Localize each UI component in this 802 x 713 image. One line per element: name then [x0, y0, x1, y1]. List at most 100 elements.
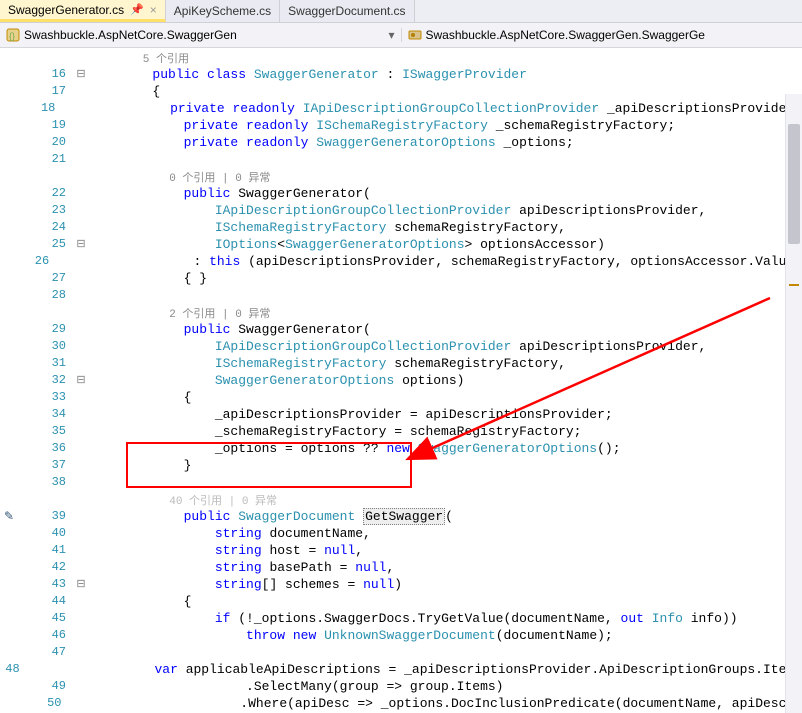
code-line[interactable]: ✎39 public SwaggerDocument GetSwagger( [0, 509, 802, 526]
code-line[interactable]: 46 throw new UnknownSwaggerDocument(docu… [0, 628, 802, 645]
code-line[interactable]: 31 ISchemaRegistryFactory schemaRegistry… [0, 356, 802, 373]
close-icon[interactable]: × [150, 3, 157, 17]
fold-toggle [72, 322, 90, 339]
codelens[interactable]: 5 个引用 [0, 50, 802, 67]
code-line[interactable]: 42 string basePath = null, [0, 560, 802, 577]
line-number: 34 [24, 407, 72, 424]
pin-icon[interactable]: 📌 [130, 3, 144, 16]
line-number: 38 [24, 475, 72, 492]
line-number: 48 [5, 662, 25, 679]
code-line[interactable]: 45 if (!_options.SwaggerDocs.TryGetValue… [0, 611, 802, 628]
fold-toggle [72, 475, 90, 492]
navigation-bar: {} Swashbuckle.AspNetCore.SwaggerGen ▾ S… [0, 23, 802, 48]
vertical-scrollbar[interactable] [785, 94, 802, 713]
fold-toggle [72, 679, 90, 696]
code-line[interactable]: 33 { [0, 390, 802, 407]
code-line[interactable]: 28 [0, 288, 802, 305]
line-number: 46 [24, 628, 72, 645]
line-number: 20 [24, 135, 72, 152]
code-line[interactable]: 26 : this (apiDescriptionsProvider, sche… [0, 254, 802, 271]
code-line[interactable]: 19 private readonly ISchemaRegistryFacto… [0, 118, 802, 135]
code-line[interactable]: 36 _options = options ?? new SwaggerGene… [0, 441, 802, 458]
code-line[interactable]: 41 string host = null, [0, 543, 802, 560]
line-number: 26 [18, 254, 55, 271]
line-number: 49 [24, 679, 72, 696]
code-line[interactable]: 38 [0, 475, 802, 492]
fold-toggle [72, 509, 90, 526]
line-number: 37 [24, 458, 72, 475]
code-line[interactable]: 44 { [0, 594, 802, 611]
method-icon [408, 28, 422, 42]
fold-toggle [72, 458, 90, 475]
codelens[interactable]: 40 个引用 | 0 异常 [0, 492, 802, 509]
code-line[interactable]: 34 _apiDescriptionsProvider = apiDescrip… [0, 407, 802, 424]
code-line[interactable]: 40 string documentName, [0, 526, 802, 543]
fold-toggle [72, 186, 90, 203]
tab-label: SwaggerGenerator.cs [8, 3, 124, 17]
codelens[interactable]: 0 个引用 | 0 异常 [0, 169, 802, 186]
fold-toggle [72, 288, 90, 305]
line-number: 16 [24, 67, 72, 84]
code-line[interactable]: 25⊟ IOptions<SwaggerGeneratorOptions> op… [0, 237, 802, 254]
code-line[interactable]: 48 var applicableApiDescriptions = _apiD… [0, 662, 802, 679]
line-number: 18 [20, 101, 61, 118]
line-number: 29 [24, 322, 72, 339]
fold-toggle[interactable]: ⊟ [72, 577, 90, 594]
code-line[interactable]: 17 { [0, 84, 802, 101]
code-line[interactable]: 50 .Where(apiDesc => _options.DocInclusi… [0, 696, 802, 713]
line-number: 47 [24, 645, 72, 662]
nav-namespace-text: Swashbuckle.AspNetCore.SwaggerGen [24, 28, 237, 42]
code-line[interactable]: 43⊟ string[] schemes = null) [0, 577, 802, 594]
line-number: 32 [24, 373, 72, 390]
line-number: 39 [24, 509, 72, 526]
nav-type-dropdown[interactable]: {} Swashbuckle.AspNetCore.SwaggerGen ▾ [0, 28, 401, 42]
code-line[interactable]: 27 { } [0, 271, 802, 288]
fold-toggle[interactable]: ⊟ [72, 67, 90, 84]
fold-toggle [72, 424, 90, 441]
fold-toggle [72, 543, 90, 560]
tab-apikeyscheme[interactable]: ApiKeyScheme.cs [166, 0, 280, 22]
fold-toggle[interactable]: ⊟ [72, 237, 90, 254]
code-line[interactable]: 20 private readonly SwaggerGeneratorOpti… [0, 135, 802, 152]
fold-toggle [72, 203, 90, 220]
code-line[interactable]: 18 private readonly IApiDescriptionGroup… [0, 101, 802, 118]
code-line[interactable]: 35 _schemaRegistryFactory = schemaRegist… [0, 424, 802, 441]
code-line[interactable]: 29 public SwaggerGenerator( [0, 322, 802, 339]
code-line[interactable]: 32⊟ SwaggerGeneratorOptions options) [0, 373, 802, 390]
code-editor[interactable]: 5 个引用16⊟ public class SwaggerGenerator :… [0, 48, 802, 713]
line-number: 30 [24, 339, 72, 356]
fold-toggle [72, 271, 90, 288]
fold-toggle [72, 611, 90, 628]
code-line[interactable]: 23 IApiDescriptionGroupCollectionProvide… [0, 203, 802, 220]
csharp-namespace-icon: {} [6, 28, 20, 42]
fold-toggle [72, 407, 90, 424]
code-line[interactable]: 21 [0, 152, 802, 169]
line-number: 36 [24, 441, 72, 458]
code-line[interactable]: 24 ISchemaRegistryFactory schemaRegistry… [0, 220, 802, 237]
code-line[interactable]: 22 public SwaggerGenerator( [0, 186, 802, 203]
tab-swaggergenerator[interactable]: SwaggerGenerator.cs 📌 × [0, 0, 166, 22]
line-number: 21 [24, 152, 72, 169]
fold-toggle [72, 356, 90, 373]
svg-text:{}: {} [9, 31, 15, 41]
fold-toggle [72, 135, 90, 152]
line-number: 19 [24, 118, 72, 135]
line-number: 41 [24, 543, 72, 560]
fold-toggle[interactable]: ⊟ [72, 373, 90, 390]
nav-member-dropdown[interactable]: Swashbuckle.AspNetCore.SwaggerGen.Swagge… [401, 28, 802, 42]
code-line[interactable]: 49 .SelectMany(group => group.Items) [0, 679, 802, 696]
tab-swaggerdocument[interactable]: SwaggerDocument.cs [280, 0, 414, 22]
code-line[interactable]: 37 } [0, 458, 802, 475]
fold-toggle [72, 118, 90, 135]
line-number: 24 [24, 220, 72, 237]
scrollbar-thumb[interactable] [788, 124, 800, 244]
code-line[interactable]: 16⊟ public class SwaggerGenerator : ISwa… [0, 67, 802, 84]
fold-toggle [72, 220, 90, 237]
codelens[interactable]: 2 个引用 | 0 异常 [0, 305, 802, 322]
line-number: 17 [24, 84, 72, 101]
line-number: 45 [24, 611, 72, 628]
code-line[interactable]: 30 IApiDescriptionGroupCollectionProvide… [0, 339, 802, 356]
code-line[interactable]: 47 [0, 645, 802, 662]
file-tabs: SwaggerGenerator.cs 📌 × ApiKeyScheme.cs … [0, 0, 802, 23]
line-number: 43 [24, 577, 72, 594]
